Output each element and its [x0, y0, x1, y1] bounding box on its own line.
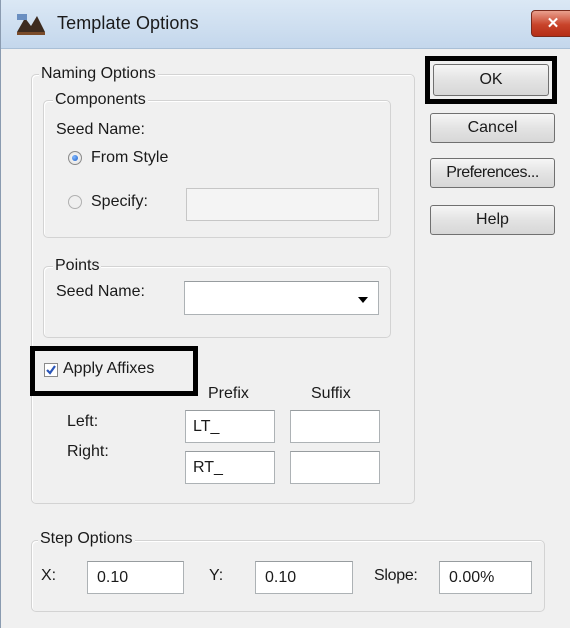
right-suffix-input[interactable]	[290, 451, 380, 484]
right-label: Right:	[67, 443, 109, 460]
cancel-button[interactable]: Cancel	[430, 113, 555, 143]
naming-options-label: Naming Options	[39, 64, 158, 84]
left-label: Left:	[67, 413, 99, 430]
close-icon: ✕	[546, 15, 560, 32]
step-slope-input[interactable]: 0.00%	[439, 561, 532, 594]
left-prefix-input[interactable]: LT_	[185, 410, 275, 443]
prefix-header: Prefix	[208, 385, 249, 402]
template-options-dialog: Template Options ✕ Naming Options Compon…	[0, 0, 570, 628]
apply-affixes-checkbox[interactable]	[44, 363, 58, 377]
points-seed-name-label: Seed Name:	[56, 283, 145, 300]
from-style-label[interactable]: From Style	[91, 148, 168, 168]
left-suffix-input[interactable]	[290, 410, 380, 443]
step-y-label: Y:	[209, 567, 224, 584]
from-style-radio[interactable]	[68, 151, 82, 165]
step-slope-label: Slope:	[374, 567, 418, 584]
ok-button[interactable]: OK	[433, 64, 549, 96]
close-button[interactable]: ✕	[531, 10, 570, 37]
apply-affixes-label[interactable]: Apply Affixes	[63, 359, 154, 379]
components-seed-name-label: Seed Name:	[56, 121, 145, 138]
preferences-button[interactable]: Preferences...	[430, 158, 555, 188]
title-bar: Template Options ✕	[1, 0, 570, 49]
points-seed-name-dropdown[interactable]	[184, 281, 379, 315]
step-x-input[interactable]: 0.10	[87, 561, 184, 594]
right-prefix-input[interactable]: RT_	[185, 451, 275, 484]
step-y-input[interactable]: 0.10	[255, 561, 353, 594]
points-label: Points	[53, 256, 102, 276]
specify-label[interactable]: Specify:	[91, 192, 148, 212]
dialog-title: Template Options	[57, 13, 199, 33]
checkmark-icon	[46, 365, 56, 375]
components-label: Components	[53, 90, 148, 110]
step-x-label: X:	[41, 567, 57, 584]
dropdown-arrow-icon	[358, 297, 368, 303]
template-icon	[17, 14, 45, 35]
step-options-label: Step Options	[38, 529, 135, 549]
help-button[interactable]: Help	[430, 205, 555, 235]
suffix-header: Suffix	[311, 385, 351, 402]
specify-input[interactable]	[186, 188, 379, 221]
specify-radio[interactable]	[68, 195, 82, 209]
